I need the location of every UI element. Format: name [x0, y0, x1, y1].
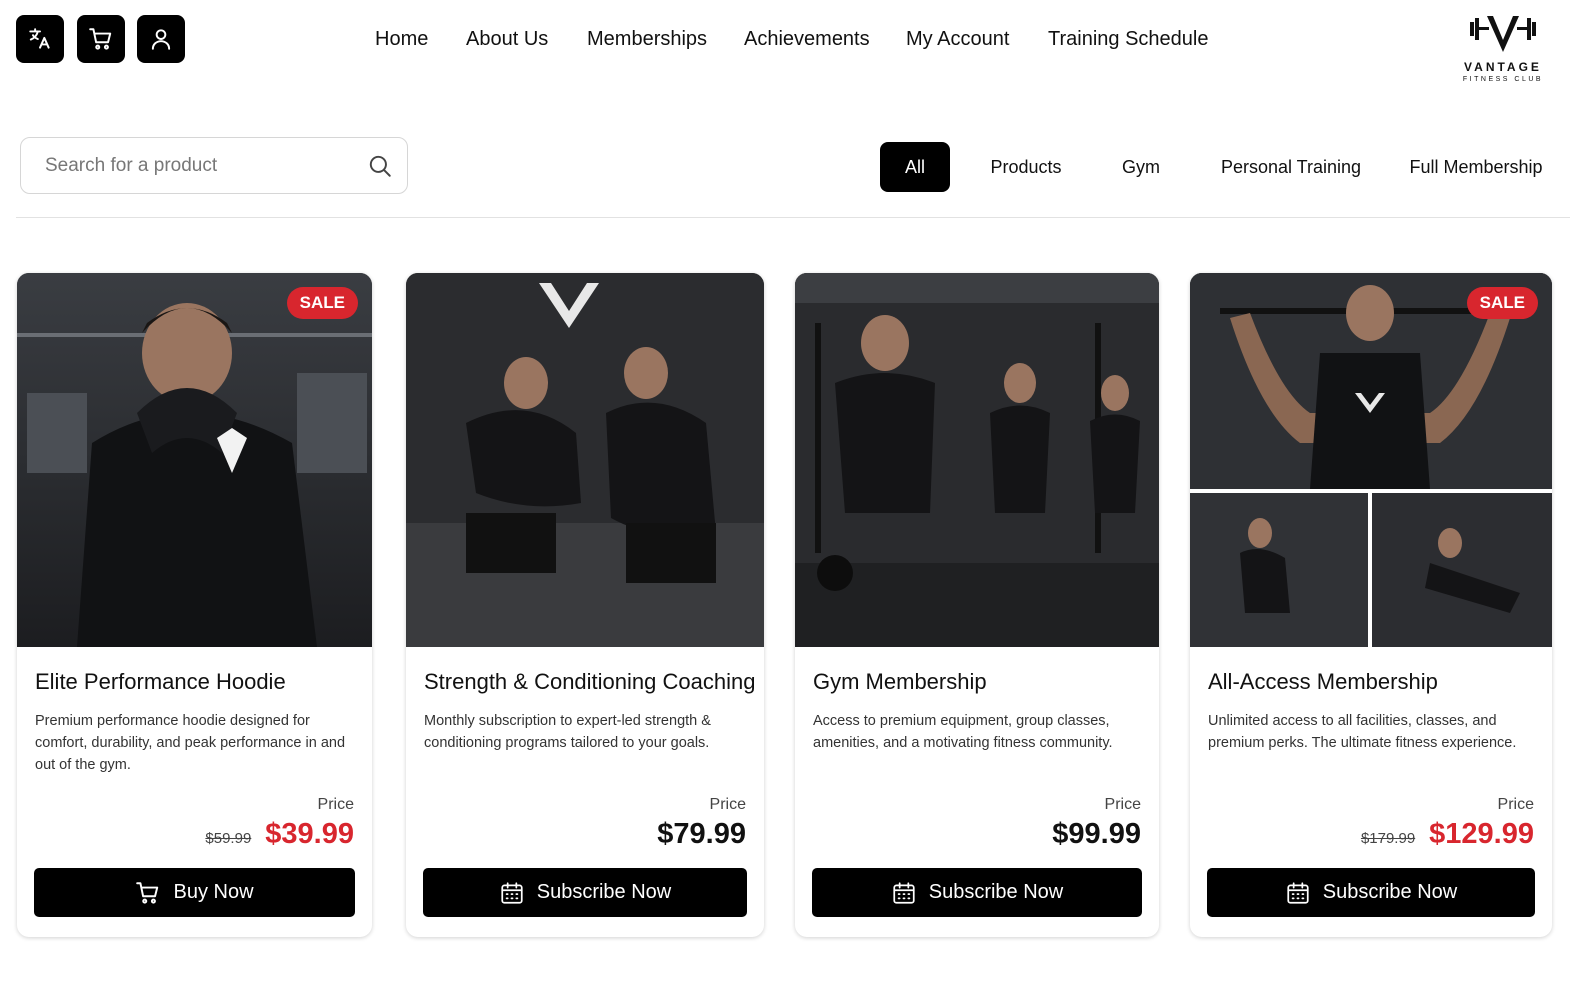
category-filters: All Products Gym Personal Training Full …: [0, 142, 1586, 192]
logo-subtitle: FITNESS CLUB: [1462, 76, 1544, 83]
nav-achievements[interactable]: Achievements: [744, 28, 870, 51]
product-card[interactable]: SALE All-Access Membership Unlimited acc…: [1190, 273, 1552, 937]
subscribe-now-button[interactable]: Subscribe Now: [1207, 868, 1535, 917]
filter-gym[interactable]: Gym: [1105, 142, 1177, 192]
site-logo[interactable]: VANTAGE FITNESS CLUB: [1448, 12, 1558, 92]
product-title: Strength & Conditioning Coaching: [424, 669, 756, 694]
price-group: $79.99: [657, 818, 746, 851]
button-label: Subscribe Now: [536, 881, 672, 903]
nav-my-account[interactable]: My Account: [906, 28, 1009, 51]
button-label: Subscribe Now: [928, 881, 1064, 903]
sale-badge: SALE: [286, 287, 358, 319]
current-price: $79.99: [657, 818, 746, 850]
product-card[interactable]: SALE Elite Performance Hoodie Premium pe…: [17, 273, 372, 937]
price-group: $99.99: [1052, 818, 1141, 851]
original-price: $59.99: [205, 830, 252, 847]
product-image-hoodie: SALE: [17, 273, 372, 647]
button-label: Buy Now: [173, 881, 254, 903]
filter-all[interactable]: All: [880, 142, 950, 192]
price-group: $179.99 $129.99: [1361, 818, 1534, 851]
calendar-icon: [1287, 881, 1309, 904]
subscribe-now-button[interactable]: Subscribe Now: [812, 868, 1142, 917]
nav-memberships[interactable]: Memberships: [587, 28, 707, 51]
price-group: $59.99 $39.99: [205, 818, 354, 851]
calendar-icon: [501, 881, 523, 904]
product-description: Premium performance hoodie designed for …: [35, 713, 346, 773]
current-price: $39.99: [265, 818, 354, 850]
original-price: $179.99: [1360, 830, 1416, 847]
nav-home[interactable]: Home: [375, 28, 428, 51]
buy-now-button[interactable]: Buy Now: [34, 868, 355, 917]
calendar-icon: [893, 881, 915, 904]
nav-training-schedule[interactable]: Training Schedule: [1048, 28, 1208, 51]
logo-brand: VANTAGE: [1464, 60, 1542, 74]
product-title: All-Access Membership: [1208, 669, 1438, 694]
filter-personal-training[interactable]: Personal Training: [1210, 142, 1372, 192]
current-price: $129.99: [1429, 818, 1534, 850]
cart-icon: [136, 881, 159, 904]
price-label: Price: [709, 796, 746, 813]
section-divider: [16, 217, 1570, 218]
product-image-gym: [795, 273, 1159, 647]
top-bar: Home About Us Memberships Achievements M…: [0, 0, 1586, 100]
filter-full-membership[interactable]: Full Membership: [1400, 142, 1552, 192]
main-nav: Home About Us Memberships Achievements M…: [0, 28, 1586, 58]
button-label: Subscribe Now: [1322, 881, 1458, 903]
sale-badge: SALE: [1466, 287, 1538, 319]
dumbbell-v-logo-icon: [1470, 16, 1536, 52]
product-card[interactable]: Strength & Conditioning Coaching Monthly…: [406, 273, 764, 937]
price-label: Price: [1497, 796, 1534, 813]
product-card[interactable]: Gym Membership Access to premium equipme…: [795, 273, 1159, 937]
product-description: Access to premium equipment, group class…: [813, 713, 1113, 751]
filter-products[interactable]: Products: [975, 142, 1077, 192]
product-image-coaching: [406, 273, 764, 647]
subscribe-now-button[interactable]: Subscribe Now: [423, 868, 747, 917]
product-image-all-access: SALE: [1190, 273, 1552, 647]
nav-about-us[interactable]: About Us: [466, 28, 548, 51]
price-label: Price: [317, 796, 354, 813]
product-title: Elite Performance Hoodie: [35, 669, 286, 694]
product-description: Monthly subscription to expert-led stren…: [424, 713, 711, 751]
product-title: Gym Membership: [813, 669, 987, 694]
price-label: Price: [1104, 796, 1141, 813]
product-description: Unlimited access to all facilities, clas…: [1208, 713, 1517, 751]
current-price: $99.99: [1052, 818, 1141, 850]
